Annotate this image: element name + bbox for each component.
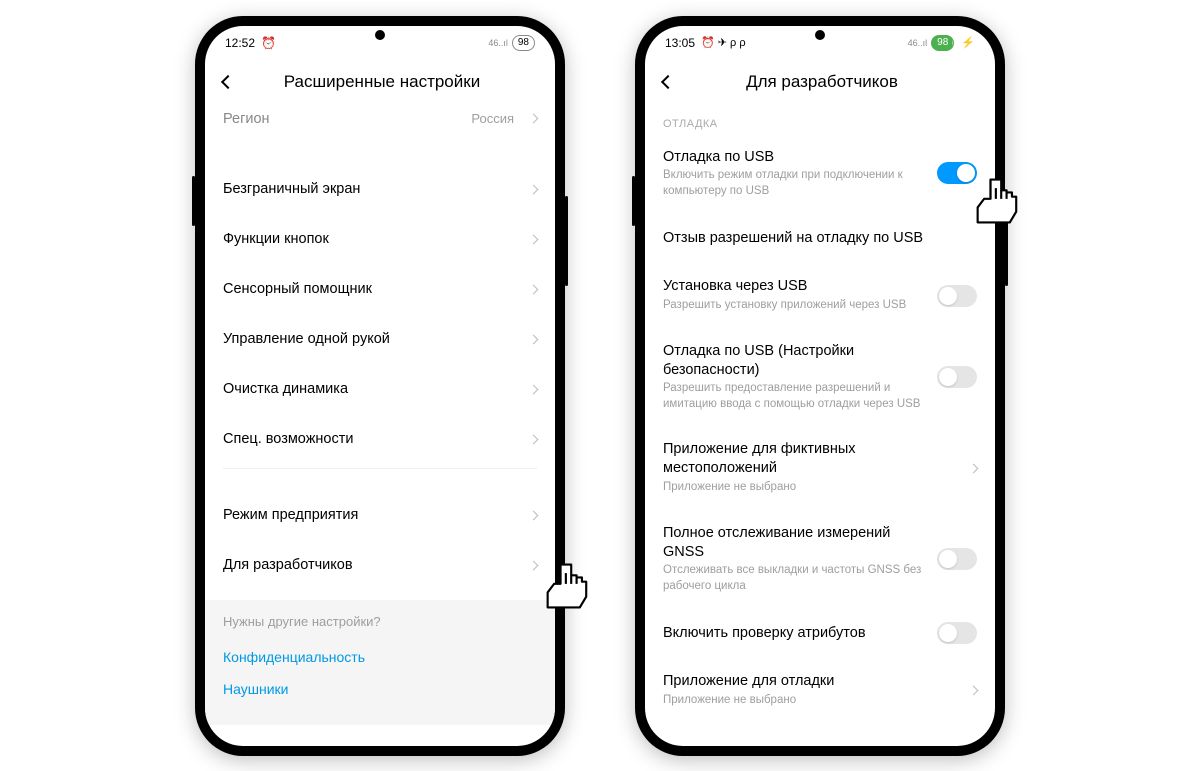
battery-indicator: 98 bbox=[512, 35, 535, 51]
link-privacy[interactable]: Конфиденциальность bbox=[223, 641, 537, 673]
chevron-right-icon bbox=[969, 463, 979, 473]
row-mock-location[interactable]: Приложение для фиктивных местоположений … bbox=[663, 426, 977, 509]
status-time: 12:52 bbox=[225, 36, 255, 50]
link-headphones[interactable]: Наушники bbox=[223, 673, 537, 705]
row-install-via-usb[interactable]: Установка через USB Разрешить установку … bbox=[663, 263, 977, 327]
row-debug-app[interactable]: Приложение для отладки Приложение не выб… bbox=[663, 658, 977, 722]
row-one-hand[interactable]: Управление одной рукой bbox=[223, 314, 537, 364]
page-title: Расширенные настройки bbox=[247, 72, 517, 92]
row-enterprise-mode[interactable]: Режим предприятия bbox=[223, 490, 537, 540]
row-touch-assistant[interactable]: Сенсорный помощник bbox=[223, 264, 537, 314]
chevron-right-icon bbox=[969, 686, 979, 696]
chevron-right-icon bbox=[529, 434, 539, 444]
battery-indicator: 98 bbox=[931, 35, 954, 51]
row-region[interactable]: Регион Россия bbox=[223, 108, 537, 143]
toggle-usb-security[interactable] bbox=[937, 366, 977, 388]
chevron-right-icon bbox=[529, 560, 539, 570]
page-title: Для разработчиков bbox=[687, 72, 957, 92]
chevron-right-icon bbox=[529, 184, 539, 194]
screen-right: 13:05 ⏰ ✈ ρ ρ 46..ıl 98 ⚡ Для разработчи… bbox=[645, 26, 995, 746]
alarm-icon: ⏰ bbox=[261, 36, 276, 50]
toggle-usb-debugging[interactable] bbox=[937, 162, 977, 184]
row-revoke-usb[interactable]: Отзыв разрешений на отладку по USB bbox=[663, 213, 977, 263]
chevron-right-icon bbox=[529, 284, 539, 294]
front-camera bbox=[815, 30, 825, 40]
row-button-functions[interactable]: Функции кнопок bbox=[223, 214, 537, 264]
region-value: Россия bbox=[471, 111, 514, 126]
front-camera bbox=[375, 30, 385, 40]
chevron-right-icon bbox=[529, 114, 539, 124]
section-debug: ОТЛАДКА bbox=[663, 108, 977, 134]
chevron-right-icon bbox=[529, 234, 539, 244]
signal-icon: 46..ıl bbox=[908, 38, 928, 48]
toggle-attr-check[interactable] bbox=[937, 622, 977, 644]
back-button[interactable] bbox=[661, 74, 675, 88]
phone-left: 12:52 ⏰ 46..ıl 98 Расширенные настройки … bbox=[195, 16, 565, 756]
chevron-right-icon bbox=[529, 510, 539, 520]
status-icons: ⏰ ✈ ρ ρ bbox=[701, 36, 746, 49]
row-fullscreen[interactable]: Безграничный экран bbox=[223, 164, 537, 214]
row-speaker-clean[interactable]: Очистка динамика bbox=[223, 364, 537, 414]
row-usb-debugging[interactable]: Отладка по USB Включить режим отладки пр… bbox=[663, 134, 977, 214]
back-button[interactable] bbox=[221, 74, 235, 88]
chevron-right-icon bbox=[529, 384, 539, 394]
charging-icon: ⚡ bbox=[961, 36, 975, 49]
phone-right: 13:05 ⏰ ✈ ρ ρ 46..ıl 98 ⚡ Для разработчи… bbox=[635, 16, 1005, 756]
signal-icon: 46..ıl bbox=[488, 38, 508, 48]
status-time: 13:05 bbox=[665, 36, 695, 50]
toggle-gnss[interactable] bbox=[937, 548, 977, 570]
row-usb-security[interactable]: Отладка по USB (Настройки безопасности) … bbox=[663, 328, 977, 427]
row-accessibility[interactable]: Спец. возможности bbox=[223, 414, 537, 464]
chevron-right-icon bbox=[529, 334, 539, 344]
row-gnss[interactable]: Полное отслеживание измерений GNSS Отсле… bbox=[663, 510, 977, 609]
screen-left: 12:52 ⏰ 46..ıl 98 Расширенные настройки … bbox=[205, 26, 555, 746]
footer-box: Нужны другие настройки? Конфиденциальнос… bbox=[205, 600, 555, 725]
header: Расширенные настройки bbox=[205, 60, 555, 108]
row-developer-options[interactable]: Для разработчиков bbox=[223, 540, 537, 590]
row-attr-check[interactable]: Включить проверку атрибутов bbox=[663, 608, 977, 658]
toggle-install-usb[interactable] bbox=[937, 285, 977, 307]
footer-label: Нужны другие настройки? bbox=[223, 614, 537, 629]
region-label: Регион bbox=[223, 110, 471, 129]
header: Для разработчиков bbox=[645, 60, 995, 108]
